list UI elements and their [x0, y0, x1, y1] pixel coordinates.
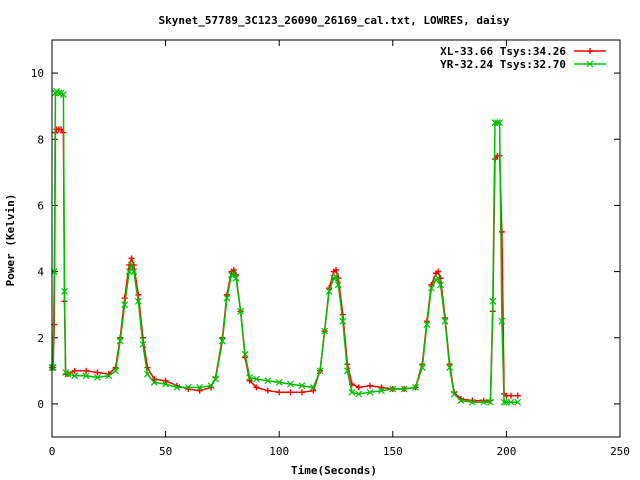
data-point: [367, 382, 374, 389]
series-line: [52, 128, 518, 402]
x-tick-label: 100: [269, 445, 289, 458]
data-point: [310, 387, 317, 394]
y-axis-label: Power (Kelvin): [4, 194, 17, 287]
x-axis-label: Time(Seconds): [291, 464, 377, 477]
legend-label: YR-32.24 Tsys:32.70: [440, 58, 566, 71]
data-point: [264, 387, 271, 394]
data-point: [378, 384, 385, 391]
data-point: [514, 392, 521, 399]
x-tick-label: 150: [383, 445, 403, 458]
data-point: [276, 389, 283, 396]
y-tick-label: 10: [31, 67, 44, 80]
y-tick-label: 4: [37, 266, 44, 279]
series-layer: [48, 87, 522, 406]
y-tick-label: 2: [37, 332, 44, 345]
series-2: [48, 87, 522, 406]
axis-ticks: 0 50 100 150 200 250 0 2 4 6 8 10: [31, 40, 630, 458]
x-tick-label: 250: [610, 445, 630, 458]
legend: XL-33.66 Tsys:34.26YR-32.24 Tsys:32.70: [440, 45, 606, 71]
data-point: [507, 392, 514, 399]
data-point: [287, 389, 294, 396]
data-point: [298, 389, 305, 396]
y-tick-label: 8: [37, 133, 44, 146]
x-tick-label: 50: [159, 445, 172, 458]
data-point: [162, 377, 169, 384]
data-point: [196, 387, 203, 394]
series-line: [52, 90, 518, 404]
y-tick-label: 0: [37, 398, 44, 411]
legend-label: XL-33.66 Tsys:34.26: [440, 45, 566, 58]
series-1: [49, 126, 521, 404]
x-tick-label: 200: [496, 445, 516, 458]
chart-title: Skynet_57789_3C123_26090_26169_cal.txt, …: [159, 14, 510, 27]
x-tick-label: 0: [49, 445, 56, 458]
data-point: [128, 255, 135, 262]
legend-marker: [587, 48, 593, 54]
y-tick-label: 6: [37, 199, 44, 212]
data-point: [355, 384, 362, 391]
chart: Skynet_57789_3C123_26090_26169_cal.txt, …: [4, 14, 630, 477]
plot-frame: [51, 39, 621, 438]
data-point: [498, 228, 505, 235]
